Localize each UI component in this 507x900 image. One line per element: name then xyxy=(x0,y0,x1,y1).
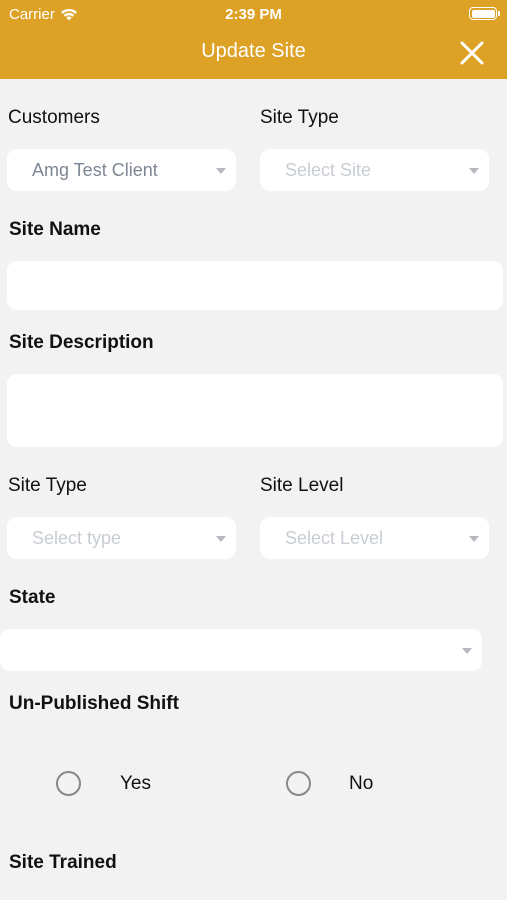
page-title: Update Site xyxy=(201,40,306,62)
status-time: 2:39 PM xyxy=(225,6,282,23)
close-icon[interactable] xyxy=(459,40,485,66)
site-type-select[interactable]: Select type xyxy=(7,517,236,559)
battery-icon xyxy=(469,7,500,20)
dropdown-caret-icon xyxy=(469,536,479,542)
site-description-input[interactable] xyxy=(7,374,503,447)
site-type-top-placeholder: Select Site xyxy=(285,159,372,180)
state-label: State xyxy=(9,587,56,608)
state-select[interactable] xyxy=(0,629,482,671)
site-trained-label: Site Trained xyxy=(9,852,117,873)
dropdown-caret-icon xyxy=(462,648,472,654)
status-bar: Carrier 2:39 PM xyxy=(0,0,507,28)
dropdown-caret-icon xyxy=(469,168,479,174)
radio-no[interactable] xyxy=(286,771,311,796)
customers-select[interactable]: Amg Test Client xyxy=(7,149,236,191)
unpublished-shift-label: Un-Published Shift xyxy=(9,693,179,714)
dropdown-caret-icon xyxy=(216,536,226,542)
site-name-label: Site Name xyxy=(9,219,101,240)
app-header: Carrier 2:39 PM Update Site xyxy=(0,0,507,79)
radio-no-label: No xyxy=(349,773,374,794)
site-type-top-select[interactable]: Select Site xyxy=(260,149,489,191)
dropdown-caret-icon xyxy=(216,168,226,174)
customers-value: Amg Test Client xyxy=(32,159,158,180)
site-level-placeholder: Select Level xyxy=(285,527,384,548)
site-type-placeholder: Select type xyxy=(32,527,122,548)
site-name-input[interactable] xyxy=(7,261,503,310)
radio-yes[interactable] xyxy=(56,771,81,796)
site-type-label: Site Type xyxy=(8,475,87,496)
site-description-label: Site Description xyxy=(9,332,154,353)
customers-label: Customers xyxy=(8,107,100,128)
site-type-top-label: Site Type xyxy=(260,107,339,128)
radio-yes-label: Yes xyxy=(120,773,151,794)
site-level-label: Site Level xyxy=(260,475,344,496)
site-level-select[interactable]: Select Level xyxy=(260,517,489,559)
